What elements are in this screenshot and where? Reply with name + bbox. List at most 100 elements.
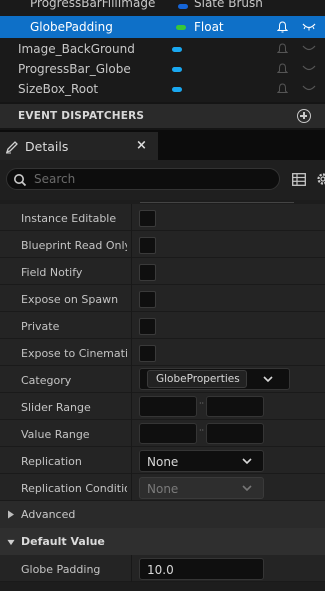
property-row-field-notify: Field Notify: [0, 258, 325, 285]
column-divider: [131, 393, 132, 420]
value-range-max-input[interactable]: [206, 423, 264, 444]
section-label: Default Value: [21, 535, 105, 548]
property-row-value-range: Value Range ··: [0, 420, 325, 447]
scroll-edge-divider: [140, 200, 294, 203]
search-input[interactable]: [34, 171, 264, 187]
variable-row[interactable]: ProgressBar_Globe: [0, 59, 325, 79]
property-label: Replication Condition: [21, 482, 127, 495]
replication-bell-icon[interactable]: [277, 83, 288, 95]
column-divider: [131, 447, 132, 474]
section-advanced[interactable]: Advanced: [0, 501, 325, 528]
search-box[interactable]: [6, 168, 280, 190]
expose-to-cinematics-checkbox[interactable]: [139, 345, 156, 362]
slider-range-min-input[interactable]: [139, 396, 197, 417]
property-label: Category: [21, 374, 72, 387]
event-dispatchers-label: EVENT DISPATCHERS: [18, 110, 145, 122]
variable-name: ProgressBarFillImage: [30, 0, 156, 10]
column-divider: [131, 312, 132, 339]
variable-type: Float: [194, 20, 224, 34]
globe-padding-value: 10.0: [147, 563, 174, 577]
column-divider: [131, 366, 132, 393]
property-row-replication: Replication None: [0, 447, 325, 474]
variable-row[interactable]: SizeBox_Root: [0, 79, 325, 99]
category-value: GlobeProperties: [156, 373, 240, 385]
details-tab-bar: Details ×: [0, 130, 325, 160]
property-row-slider-range: Slider Range ··: [0, 393, 325, 420]
replication-condition-dropdown: None: [139, 477, 264, 499]
variable-type-pin-icon: [178, 4, 188, 9]
column-divider: [131, 555, 132, 582]
private-checkbox[interactable]: [139, 318, 156, 335]
column-divider: [131, 258, 132, 285]
table-view-icon[interactable]: [292, 173, 306, 186]
section-default-value[interactable]: Default Value: [0, 528, 325, 555]
property-row-private: Private: [0, 312, 325, 339]
property-row-replication-condition: Replication Condition None: [0, 474, 325, 501]
details-search-bar: [0, 160, 325, 200]
column-divider: [131, 204, 132, 231]
variable-type-pin-icon: [172, 67, 182, 72]
pencil-icon: [5, 141, 18, 154]
visibility-eye-icon[interactable]: [302, 23, 316, 31]
gear-icon[interactable]: [315, 171, 325, 187]
details-properties: Instance Editable Blueprint Read Only Fi…: [0, 200, 325, 591]
replication-dropdown[interactable]: None: [139, 450, 264, 472]
property-label: Expose on Spawn: [21, 293, 119, 306]
property-label: Expose to Cinematics: [21, 347, 127, 360]
range-separator: ··: [199, 399, 205, 408]
property-label: Instance Editable: [21, 212, 117, 225]
visibility-eye-icon[interactable]: [302, 45, 316, 53]
chevron-down-icon: [242, 458, 252, 465]
variable-row-selected[interactable]: GlobePadding Float: [0, 16, 325, 38]
variable-row[interactable]: Image_BackGround: [0, 39, 325, 59]
property-row-expose-to-cinematics: Expose to Cinematics: [0, 339, 325, 366]
slider-range-max-input[interactable]: [206, 396, 264, 417]
replication-bell-icon[interactable]: [277, 21, 288, 33]
variable-name: Image_BackGround: [18, 42, 135, 56]
field-notify-checkbox[interactable]: [139, 264, 156, 281]
property-label: Field Notify: [21, 266, 83, 279]
property-row-globe-padding: Globe Padding 10.0: [0, 555, 325, 582]
visibility-eye-icon[interactable]: [302, 65, 316, 73]
add-event-dispatcher-icon[interactable]: [297, 109, 311, 123]
replication-condition-value: None: [147, 482, 179, 496]
variable-type-pin-icon: [172, 47, 182, 52]
property-label: Blueprint Read Only: [21, 239, 127, 252]
event-dispatchers-header[interactable]: EVENT DISPATCHERS: [0, 104, 325, 128]
property-row-expose-on-spawn: Expose on Spawn: [0, 285, 325, 312]
replication-bell-icon[interactable]: [277, 43, 288, 55]
variable-row[interactable]: ProgressBarFillImage Slate Brush: [0, 0, 325, 12]
variables-panel: ProgressBarFillImage Slate Brush GlobePa…: [0, 0, 325, 102]
chevron-down-icon: [242, 485, 252, 492]
property-label: Value Range: [21, 428, 90, 441]
variable-name: ProgressBar_Globe: [18, 62, 131, 76]
visibility-eye-icon[interactable]: [302, 85, 316, 93]
blueprint-read-only-checkbox[interactable]: [139, 237, 156, 254]
variable-name: SizeBox_Root: [18, 82, 99, 96]
property-label: Slider Range: [21, 401, 91, 414]
category-combo[interactable]: GlobeProperties: [139, 368, 290, 390]
section-label: Advanced: [21, 508, 76, 521]
instance-editable-checkbox[interactable]: [139, 210, 156, 227]
tab-title: Details: [25, 139, 69, 154]
tab-details[interactable]: Details ×: [0, 132, 158, 160]
column-divider: [131, 231, 132, 258]
variable-type-pin-icon: [172, 87, 182, 92]
column-divider: [131, 339, 132, 366]
category-value-box[interactable]: GlobeProperties: [147, 370, 247, 388]
replication-bell-icon[interactable]: [277, 63, 288, 75]
expose-on-spawn-checkbox[interactable]: [139, 291, 156, 308]
variable-type-pin-icon: [176, 25, 186, 30]
value-range-min-input[interactable]: [139, 423, 197, 444]
property-row-category: Category GlobeProperties: [0, 366, 325, 393]
column-divider: [131, 420, 132, 447]
variable-type: Slate Brush: [194, 0, 263, 10]
column-divider: [131, 474, 132, 501]
property-label: Private: [21, 320, 60, 333]
close-tab-icon[interactable]: ×: [136, 138, 147, 153]
variable-name: GlobePadding: [30, 20, 113, 34]
globe-padding-input[interactable]: 10.0: [139, 558, 264, 580]
property-label: Globe Padding: [21, 563, 101, 576]
range-separator: ··: [199, 426, 205, 435]
search-icon: [14, 174, 27, 187]
